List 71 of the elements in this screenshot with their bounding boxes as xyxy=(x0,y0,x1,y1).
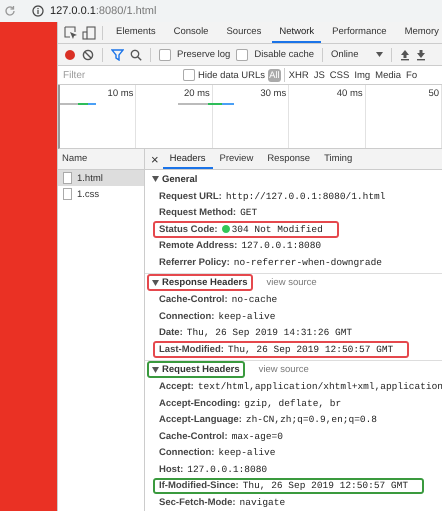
header-row: Last-Modified: Thu, 26 Sep 2019 12:50:57 GMT xyxy=(153,341,410,358)
header-row-text: Request URL: http://127.0.0.1:8080/1.html xyxy=(158,190,386,204)
time-tick-label: 30 ms xyxy=(260,88,286,99)
header-row: If-Modified-Since: Thu, 26 Sep 2019 12:50:57 GMT xyxy=(153,478,424,494)
throttling-dropdown[interactable]: Online xyxy=(331,49,384,60)
address-bar[interactable]: 127.0.0.1:8080/1.html xyxy=(0,0,442,22)
checkbox-label: Hide data URLs xyxy=(198,70,266,80)
file-icon xyxy=(63,172,72,184)
detail-tab[interactable]: Timing xyxy=(317,149,360,169)
dropdown-arrow-icon xyxy=(376,52,384,57)
checkbox[interactable] xyxy=(236,48,248,60)
clear-icon[interactable] xyxy=(82,48,94,60)
detail-tab[interactable]: Headers xyxy=(162,149,213,169)
expand-triangle-icon xyxy=(152,280,159,286)
detail-tab[interactable]: Preview xyxy=(212,149,260,169)
checkbox-label: Disable cache xyxy=(254,49,314,60)
inspect-icon[interactable] xyxy=(64,26,78,40)
panel-tab[interactable]: Elements xyxy=(109,22,163,43)
detail-tab[interactable]: Response xyxy=(260,149,318,169)
reload-icon[interactable] xyxy=(4,5,16,17)
header-row-text: Request Method: GET xyxy=(158,206,258,220)
header-row-text: Cache-Control: no-cache xyxy=(158,293,278,308)
header-row-text: Accept-Encoding: gzip, deflate, br xyxy=(158,396,342,411)
view-source-link[interactable]: view source xyxy=(266,277,317,288)
checkbox[interactable] xyxy=(183,69,195,81)
view-source-link[interactable]: view source xyxy=(258,364,309,375)
close-button[interactable]: × xyxy=(145,152,163,166)
header-row-text: Cache-Control: max-age=0 xyxy=(158,430,284,444)
request-row[interactable]: 1.html xyxy=(58,170,144,186)
upload-icon[interactable] xyxy=(400,48,410,60)
expand-triangle-icon xyxy=(152,366,159,372)
checkbox[interactable] xyxy=(159,48,171,60)
search-icon[interactable] xyxy=(130,48,142,60)
header-row-text: Accept-Language: zh-CN,zh;q=0.9,en;q=0.8 xyxy=(158,413,378,428)
filter-icon[interactable] xyxy=(111,48,124,60)
checkbox-label: Preserve log xyxy=(177,49,230,60)
header-row-text: Connection: keep-alive xyxy=(158,446,276,460)
header-row-text: Accept: text/html,application/xhtml+xml,application xyxy=(158,380,442,394)
panel-tab[interactable]: Performance xyxy=(325,22,394,43)
panel-tab[interactable]: Console xyxy=(166,22,216,43)
section-header[interactable]: General xyxy=(147,170,202,188)
expand-triangle-icon xyxy=(152,176,159,182)
header-row-text: Host: 127.0.0.1:8080 xyxy=(158,462,268,477)
time-tick-label: 10 ms xyxy=(108,88,134,99)
record-icon[interactable] xyxy=(64,48,76,60)
url-text: 127.0.0.1:8080/1.html xyxy=(50,5,156,17)
type-filter-button[interactable]: Media xyxy=(374,68,402,82)
request-row[interactable]: 1.css xyxy=(58,186,144,202)
time-tick-label: 50 xyxy=(428,88,440,99)
header-row-text: Connection: keep-alive xyxy=(158,310,276,324)
panel-tab[interactable]: Memory xyxy=(398,22,442,43)
type-filter-button[interactable]: Fo xyxy=(405,68,418,82)
header-row-text: Sec-Fetch-Mode: navigate xyxy=(158,496,286,510)
header-row-text: Date: Thu, 26 Sep 2019 14:31:26 GMT xyxy=(158,326,354,340)
type-filter-button[interactable]: Img xyxy=(353,68,372,82)
device-icon[interactable] xyxy=(82,26,96,40)
header-row-text: Remote Address: 127.0.0.1:8080 xyxy=(158,239,322,254)
info-icon[interactable] xyxy=(32,5,44,17)
section-header[interactable]: Request Headers xyxy=(147,361,245,378)
panel-tab[interactable]: Sources xyxy=(219,22,268,43)
header-row: Status Code: 304 Not Modified xyxy=(153,221,339,238)
download-icon[interactable] xyxy=(416,48,426,60)
type-filter-button[interactable]: JS xyxy=(312,68,326,82)
type-filter-button[interactable]: XHR xyxy=(288,68,310,82)
header-row-text: Referrer Policy: no-referrer-when-downgrade xyxy=(158,256,383,270)
column-header: Name xyxy=(58,149,144,170)
time-tick-label: 40 ms xyxy=(336,88,363,99)
section-header[interactable]: Response Headers xyxy=(147,274,253,291)
type-filter-button[interactable]: CSS xyxy=(328,68,350,82)
file-icon xyxy=(63,188,72,200)
time-tick-label: 20 ms xyxy=(184,88,210,99)
